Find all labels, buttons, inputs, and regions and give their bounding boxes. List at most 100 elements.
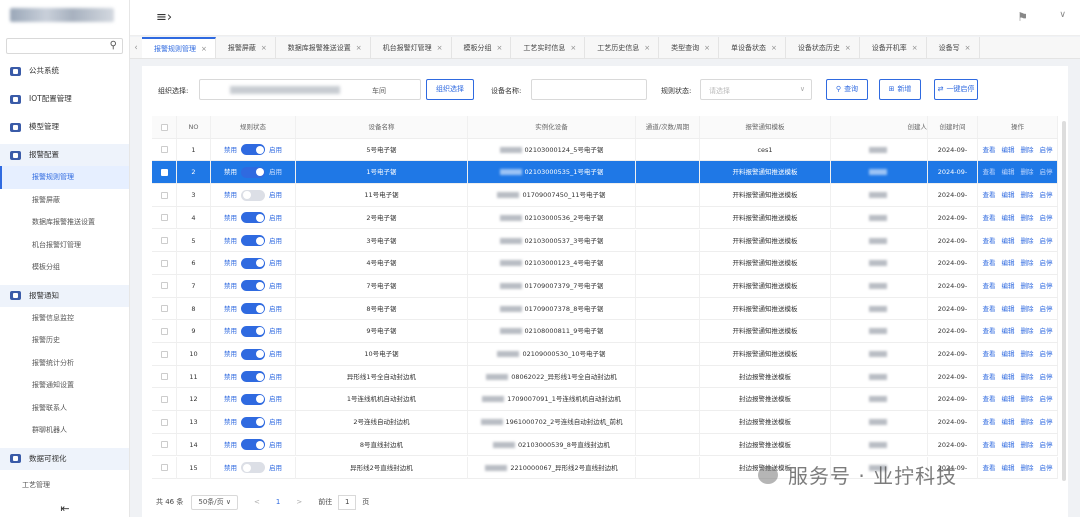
status-toggle[interactable] [241,166,265,178]
tab[interactable]: 报警规则管理 × [142,37,216,58]
action-link[interactable]: 编辑 [1002,327,1015,335]
action-link[interactable]: 删除 [1021,373,1034,381]
close-icon[interactable]: × [771,44,777,52]
page-number[interactable]: 1 [276,498,280,506]
action-link[interactable]: 编辑 [1002,418,1015,426]
sidebar-item[interactable]: 报警历史 [0,329,129,352]
sidebar-group[interactable]: IOT配置管理 [0,88,129,110]
status-toggle[interactable] [241,235,265,246]
table-row[interactable]: 5 禁用 启用 3号电子锯 02103000537_3号电子锯 开料报警通知推送模板 202… [152,229,1058,253]
close-icon[interactable]: × [845,44,851,52]
action-link[interactable]: 启停 [1040,327,1053,335]
action-link[interactable]: 查看 [983,418,996,426]
table-scrollbar[interactable] [1062,121,1066,481]
close-icon[interactable]: × [437,44,443,52]
sidebar-group[interactable]: 公共系统 [0,60,129,82]
action-link[interactable]: 查看 [983,373,996,381]
action-link[interactable]: 删除 [1021,418,1034,426]
tab[interactable]: 类型查询 × [659,37,719,58]
action-link[interactable]: 查看 [983,191,996,199]
table-row[interactable]: 3 禁用 启用 11号电子锯 01709007450_11号电子锯 开料报警通知推送模板 2… [152,184,1058,207]
status-toggle[interactable] [241,189,265,201]
sidebar-group[interactable]: 报警配置 [0,144,129,166]
row-checkbox[interactable] [160,259,168,267]
close-icon[interactable]: × [704,44,710,52]
action-link[interactable]: 查看 [983,464,996,472]
next-page-button[interactable]: > [296,498,302,506]
select-all-checkbox[interactable] [160,123,168,131]
action-link[interactable]: 编辑 [1002,464,1015,472]
goto-page-input[interactable]: 1 [338,494,357,510]
action-link[interactable]: 编辑 [1002,373,1015,381]
sidebar-item[interactable]: 数据库报警推送设置 [0,211,129,234]
row-checkbox[interactable] [160,191,168,199]
status-toggle[interactable] [241,416,265,428]
action-link[interactable]: 启停 [1040,146,1053,154]
action-link[interactable]: 查看 [983,146,996,154]
action-link[interactable]: 查看 [983,168,996,176]
row-checkbox[interactable] [160,373,168,381]
menu-fold-icon[interactable]: ≡› [156,10,172,25]
action-link[interactable]: 启停 [1040,373,1053,381]
close-icon[interactable]: × [965,44,971,52]
prev-page-button[interactable]: < [254,498,260,506]
row-checkbox[interactable] [160,282,168,290]
tab-scroll-left-icon[interactable]: ‹ [130,37,142,58]
status-toggle[interactable] [241,303,265,315]
action-link[interactable]: 启停 [1040,282,1053,290]
close-icon[interactable]: × [570,44,576,52]
action-link[interactable]: 删除 [1021,327,1034,335]
sidebar-item[interactable]: 报警屏蔽 [0,189,129,212]
action-link[interactable]: 删除 [1021,441,1034,449]
action-link[interactable]: 启停 [1040,191,1053,199]
table-row[interactable]: 4 禁用 启用 2号电子锯 02103000536_2号电子锯 开料报警通知推送模板 202… [152,206,1058,230]
org-select[interactable]: 车间 [199,79,421,100]
action-link[interactable]: 查看 [983,327,996,335]
action-link[interactable]: 编辑 [1002,395,1015,403]
action-link[interactable]: 删除 [1021,305,1034,313]
action-link[interactable]: 删除 [1021,395,1034,403]
tab[interactable]: 单设备状态 × [719,37,786,58]
row-checkbox[interactable] [160,464,168,471]
action-link[interactable]: 启停 [1040,395,1053,403]
action-link[interactable]: 删除 [1021,237,1034,245]
action-link[interactable]: 编辑 [1002,191,1015,199]
action-link[interactable]: 删除 [1021,259,1034,267]
table-row[interactable]: 2 禁用 启用 1号电子锯 02103000535_1号电子锯 开料报警通知推送模板 202… [152,161,1058,185]
action-link[interactable]: 查看 [983,441,996,449]
status-toggle[interactable] [241,462,265,473]
action-link[interactable]: 编辑 [1002,214,1015,222]
sidebar-item[interactable]: 报警统计分析 [0,352,129,375]
status-toggle[interactable] [241,280,265,292]
sidebar-group[interactable]: 模型管理 [0,116,129,138]
action-link[interactable]: 删除 [1021,214,1034,222]
action-link[interactable]: 查看 [983,237,996,245]
row-checkbox[interactable] [160,214,168,222]
action-link[interactable]: 删除 [1021,191,1034,199]
row-checkbox[interactable] [160,327,168,335]
tab[interactable]: 数据库报警推送设置 × [276,37,371,58]
tab[interactable]: 模板分组 × [452,37,512,58]
table-row[interactable]: 8 禁用 启用 8号电子锯 01709007378_8号电子锯 开料报警通知推送模板 202… [152,297,1058,321]
action-link[interactable]: 查看 [983,305,996,313]
close-icon[interactable]: × [356,44,362,52]
row-checkbox[interactable] [160,350,168,358]
org-select-button[interactable]: 组织选择 [426,79,474,100]
action-link[interactable]: 查看 [983,214,996,222]
action-link[interactable]: 删除 [1021,350,1034,358]
row-checkbox[interactable] [160,168,168,176]
batch-toggle-button[interactable]: ⇄ 一键启停 [934,79,978,100]
rule-status-select[interactable]: 请选择 ∨ [700,79,812,100]
sidebar-item[interactable]: 报警规则管理 [0,166,129,189]
query-button[interactable]: ⚲ 查询 [826,79,868,100]
sidebar-item[interactable]: 机台报警灯管理 [0,234,129,257]
table-row[interactable]: 6 禁用 启用 4号电子锯 02103000123_4号电子锯 开料报警通知推送模板 202… [152,252,1058,275]
table-row[interactable]: 10 禁用 启用 10号电子锯 02109000530_10号电子锯 开料报警通知推送模板… [152,343,1058,366]
status-toggle[interactable] [241,393,265,405]
close-icon[interactable]: × [644,44,650,52]
action-link[interactable]: 编辑 [1002,259,1015,267]
add-button[interactable]: ⊞ 新增 [879,79,921,100]
action-link[interactable]: 查看 [983,395,996,403]
close-icon[interactable]: × [497,44,503,52]
close-icon[interactable]: × [201,45,207,53]
